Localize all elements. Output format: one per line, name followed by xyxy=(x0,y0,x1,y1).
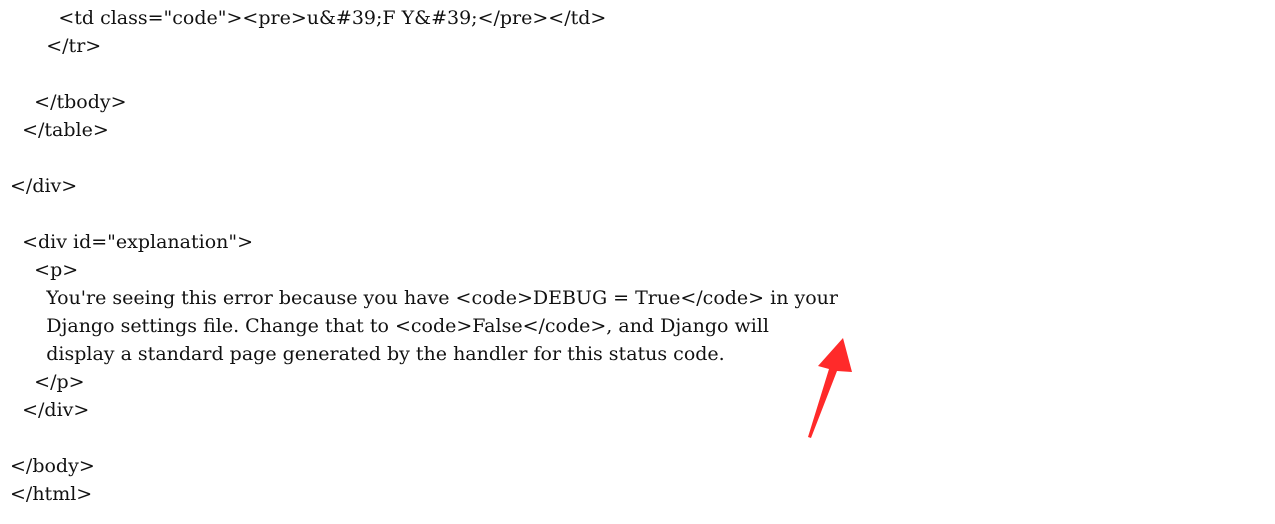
source-line: </div> xyxy=(10,399,90,421)
source-line: </body> xyxy=(10,455,95,477)
page-source-view: <td class="code"><pre>u&#39;F Y&#39;</pr… xyxy=(10,4,1265,508)
source-line: </tr> xyxy=(10,35,102,57)
source-line: <td class="code"><pre>u&#39;F Y&#39;</pr… xyxy=(10,7,607,29)
source-line: </div> xyxy=(10,175,78,197)
source-line: </html> xyxy=(10,483,93,505)
source-line: </tbody> xyxy=(10,91,127,113)
source-line: <p> xyxy=(10,259,79,281)
source-line: </table> xyxy=(10,119,109,141)
source-line xyxy=(10,200,1265,228)
source-line xyxy=(10,60,1265,88)
source-line xyxy=(10,144,1265,172)
source-line: display a standard page generated by the… xyxy=(10,343,725,365)
source-line xyxy=(10,424,1265,452)
source-line: </p> xyxy=(10,371,85,393)
source-line: Django settings file. Change that to <co… xyxy=(10,315,769,337)
source-line: <div id="explanation"> xyxy=(10,231,254,253)
source-line: You're seeing this error because you hav… xyxy=(10,287,838,309)
